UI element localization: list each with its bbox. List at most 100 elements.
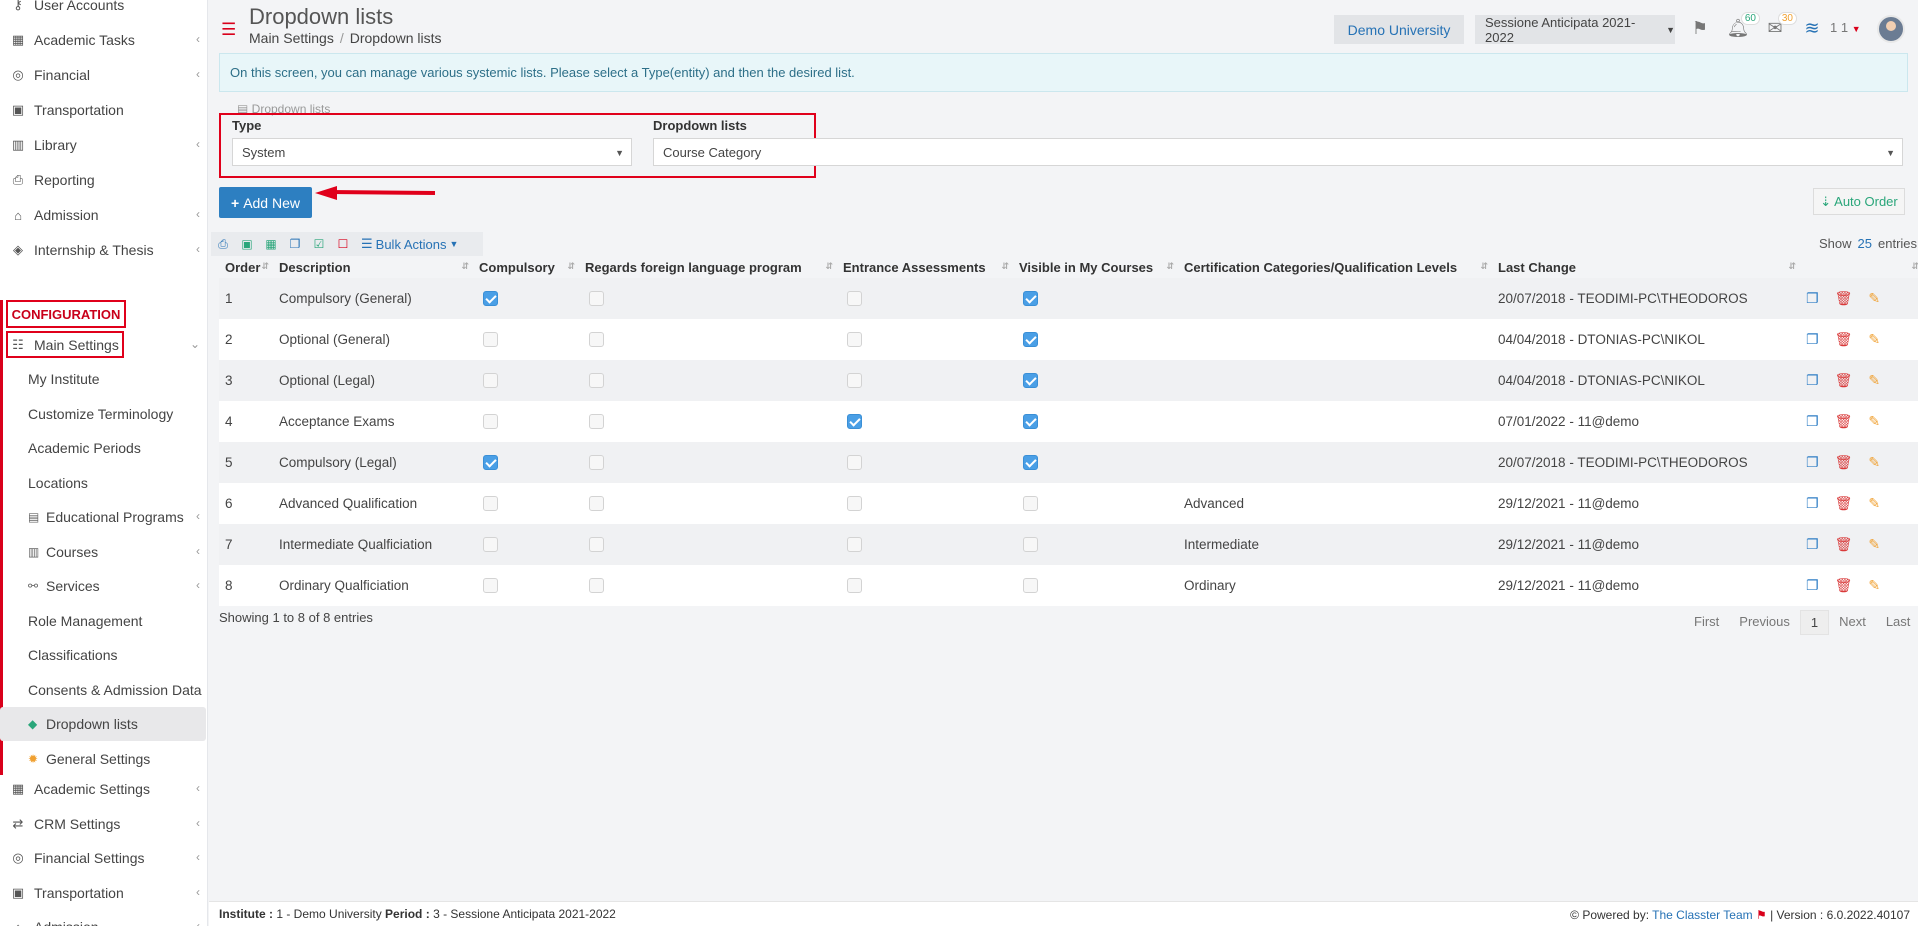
pencil-icon[interactable]: ✎ (1868, 454, 1880, 471)
bell-icon[interactable]: 🔔︎ 60 (1724, 12, 1760, 40)
pencil-icon[interactable]: ✎ (1868, 331, 1880, 348)
pencil-icon[interactable]: ✎ (1868, 536, 1880, 553)
sidebar-item-main-settings[interactable]: ☷ Main Settings ⌄ (0, 328, 207, 362)
table-row[interactable]: 7 Intermediate Qualficiation Intermediate 2… (219, 524, 1918, 565)
foreign-language-checkbox[interactable] (589, 455, 604, 471)
sidebar-item-financial-settings[interactable]: ◎ Financial Settings ‹ (0, 841, 207, 875)
pager-first[interactable]: First (1684, 610, 1729, 635)
duplicate-icon[interactable]: ❐ (1806, 331, 1819, 348)
compulsory-checkbox[interactable] (483, 578, 498, 594)
column-header[interactable]: Compulsory ⇵ (473, 256, 579, 278)
page-length-select[interactable]: 25 (1858, 236, 1872, 251)
duplicate-icon[interactable]: ❐ (1806, 536, 1819, 553)
trash-icon[interactable]: 🗑︎ (1835, 372, 1853, 389)
add-new-button[interactable]: + Add New (219, 187, 312, 218)
duplicate-icon[interactable]: ❐ (1806, 290, 1819, 307)
entrance-assessments-checkbox[interactable] (847, 455, 862, 471)
compulsory-checkbox[interactable] (483, 496, 498, 512)
visible-in-my-courses-checkbox[interactable] (1023, 496, 1038, 512)
column-header[interactable]: Entrance Assessments ⇵ (837, 256, 1013, 278)
sidebar-sub-general-settings[interactable]: ✹ General Settings (0, 742, 207, 776)
compulsory-checkbox[interactable] (483, 537, 498, 553)
user-counter[interactable]: 1 1 ▼ (1830, 20, 1861, 35)
foreign-language-checkbox[interactable] (589, 373, 604, 389)
envelope-icon[interactable]: ✉ 30 (1761, 12, 1797, 40)
visible-in-my-courses-checkbox[interactable] (1023, 291, 1038, 307)
column-header[interactable]: Last Change ⇵ (1492, 256, 1800, 278)
column-header[interactable]: Order ⇵ (219, 256, 273, 278)
compulsory-checkbox[interactable] (483, 373, 498, 389)
auto-order-button[interactable]: ⇣ Auto Order (1813, 188, 1905, 215)
trash-icon[interactable]: 🗑︎ (1835, 454, 1853, 471)
table-row[interactable]: 1 Compulsory (General) 20/07/2018 - TEODIM… (219, 278, 1918, 319)
entrance-assessments-checkbox[interactable] (847, 496, 862, 512)
table-row[interactable]: 8 Ordinary Qualficiation Ordinary 29/12/202… (219, 565, 1918, 606)
trash-icon[interactable]: 🗑︎ (1835, 495, 1853, 512)
trash-icon[interactable]: 🗑︎ (1835, 536, 1853, 553)
sidebar-item-transportation[interactable]: ▣ Transportation (0, 93, 207, 127)
compulsory-checkbox[interactable] (483, 455, 498, 471)
duplicate-icon[interactable]: ❐ (1806, 495, 1819, 512)
foreign-language-checkbox[interactable] (589, 496, 604, 512)
column-header[interactable]: Certification Categories/Qualification L… (1178, 256, 1492, 278)
avatar[interactable] (1877, 15, 1905, 43)
visible-in-my-courses-checkbox[interactable] (1023, 578, 1038, 594)
check-all-icon[interactable]: ☑ (307, 237, 331, 251)
visible-in-my-courses-checkbox[interactable] (1023, 332, 1038, 348)
pencil-icon[interactable]: ✎ (1868, 495, 1880, 512)
sidebar-sub-consents-admission-data[interactable]: Consents & Admission Data (0, 673, 207, 707)
sidebar-sub-educational-programs[interactable]: ▤ Educational Programs ‹ (0, 500, 207, 534)
sidebar-item-transportation[interactable]: ▣ Transportation ‹ (0, 876, 207, 910)
table-row[interactable]: 6 Advanced Qualification Advanced 29/12/202… (219, 483, 1918, 524)
trash-icon[interactable]: 🗑︎ (1835, 577, 1853, 594)
sidebar-sub-classifications[interactable]: Classifications (0, 638, 207, 672)
sidebar-item-user-accounts[interactable]: ⚷ User Accounts (0, 0, 207, 22)
visible-in-my-courses-checkbox[interactable] (1023, 455, 1038, 471)
sidebar-item-internship-thesis[interactable]: ◈ Internship & Thesis ‹ (0, 233, 207, 267)
sidebar-sub-role-management[interactable]: Role Management (0, 604, 207, 638)
pager-previous[interactable]: Previous (1729, 610, 1800, 635)
sidebar-item-academic-tasks[interactable]: ▦ Academic Tasks ‹ (0, 23, 207, 57)
table-row[interactable]: 5 Compulsory (Legal) 20/07/2018 - TEODIMI-… (219, 442, 1918, 483)
entrance-assessments-checkbox[interactable] (847, 373, 862, 389)
compulsory-checkbox[interactable] (483, 291, 498, 307)
sidebar-item-academic-settings[interactable]: ▦ Academic Settings ‹ (0, 772, 207, 806)
column-header[interactable]: Description ⇵ (273, 256, 473, 278)
duplicate-icon[interactable]: ❐ (1806, 577, 1819, 594)
foreign-language-checkbox[interactable] (589, 414, 604, 430)
uncheck-all-icon[interactable]: ☐ (331, 237, 355, 251)
entrance-assessments-checkbox[interactable] (847, 414, 862, 430)
trash-icon[interactable]: 🗑︎ (1835, 290, 1853, 307)
excel-icon[interactable]: ▦ (259, 237, 283, 251)
visible-in-my-courses-checkbox[interactable] (1023, 373, 1038, 389)
column-header[interactable]: Visible in My Courses ⇵ (1013, 256, 1178, 278)
pencil-icon[interactable]: ✎ (1868, 290, 1880, 307)
duplicate-icon[interactable]: ❐ (1806, 413, 1819, 430)
duplicate-icon[interactable]: ❐ (1806, 372, 1819, 389)
table-row[interactable]: 4 Acceptance Exams 07/01/2022 - 11@demo ❐ 🗑︎… (219, 401, 1918, 442)
team-link[interactable]: The Classter Team (1652, 908, 1752, 922)
bulk-actions-button[interactable]: ☰ Bulk Actions ▼ (361, 236, 458, 252)
sidebar-sub-academic-periods[interactable]: Academic Periods (0, 431, 207, 465)
entrance-assessments-checkbox[interactable] (847, 291, 862, 307)
print-icon[interactable]: ⎙ (211, 237, 235, 252)
trash-icon[interactable]: 🗑︎ (1835, 413, 1853, 430)
sidebar-item-reporting[interactable]: ⎙ Reporting (0, 163, 207, 197)
breadcrumb-main-settings[interactable]: Main Settings (249, 30, 334, 46)
pencil-icon[interactable]: ✎ (1868, 413, 1880, 430)
trash-icon[interactable]: 🗑︎ (1835, 331, 1853, 348)
sidebar-sub-dropdown-lists[interactable]: ◆ Dropdown lists (0, 707, 206, 741)
sidebar-sub-my-institute[interactable]: My Institute (0, 362, 207, 396)
entrance-assessments-checkbox[interactable] (847, 578, 862, 594)
compulsory-checkbox[interactable] (483, 414, 498, 430)
pencil-icon[interactable]: ✎ (1868, 577, 1880, 594)
csv-icon[interactable]: ▣ (235, 237, 259, 251)
pencil-icon[interactable]: ✎ (1868, 372, 1880, 389)
table-row[interactable]: 2 Optional (General) 04/04/2018 - DTONIAS-… (219, 319, 1918, 360)
sidebar-sub-customize-terminology[interactable]: Customize Terminology (0, 397, 207, 431)
menu-toggle-icon[interactable]: ☰ (221, 20, 236, 40)
type-select[interactable]: System ▼ (232, 138, 632, 166)
entrance-assessments-checkbox[interactable] (847, 332, 862, 348)
visible-in-my-courses-checkbox[interactable] (1023, 414, 1038, 430)
column-header[interactable]: Regards foreign language program ⇵ (579, 256, 837, 278)
